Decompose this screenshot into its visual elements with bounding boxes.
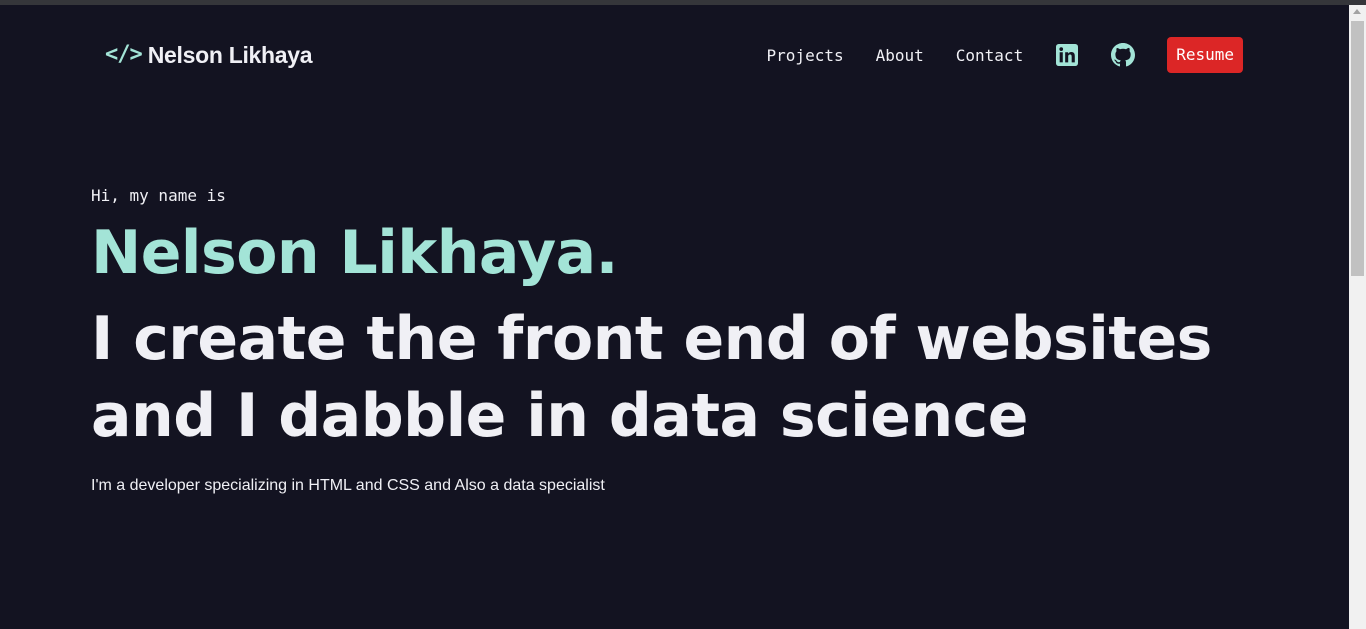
- portfolio-page: </> Nelson Likhaya Projects About Contac…: [0, 5, 1349, 629]
- hero-name: Nelson Likhaya.: [91, 218, 618, 288]
- resume-button[interactable]: Resume: [1167, 37, 1243, 73]
- scrollbar-thumb[interactable]: [1351, 21, 1364, 276]
- scroll-up-arrow-icon[interactable]: [1353, 9, 1361, 14]
- nav-link-contact[interactable]: Contact: [956, 46, 1023, 65]
- github-icon[interactable]: [1111, 43, 1136, 67]
- hero-description: I'm a developer specializing in HTML and…: [91, 477, 605, 494]
- vertical-scrollbar[interactable]: [1349, 5, 1366, 629]
- browser-window: </> Nelson Likhaya Projects About Contac…: [0, 0, 1366, 629]
- brand-name: Nelson Likhaya: [147, 42, 313, 68]
- main-navigation: Projects About Contact Resume: [767, 37, 1243, 73]
- hero-greeting: Hi, my name is: [91, 186, 226, 205]
- linkedin-icon[interactable]: [1055, 43, 1079, 67]
- nav-link-about[interactable]: About: [876, 46, 924, 65]
- code-brackets-icon: </>: [105, 42, 143, 67]
- brand-logo-link[interactable]: </> Nelson Likhaya: [105, 38, 313, 72]
- hero-tagline: I create the front end of websites and I…: [91, 304, 1212, 451]
- hero-section: Hi, my name is Nelson Likhaya. I create …: [91, 185, 1271, 497]
- nav-link-projects[interactable]: Projects: [767, 46, 844, 65]
